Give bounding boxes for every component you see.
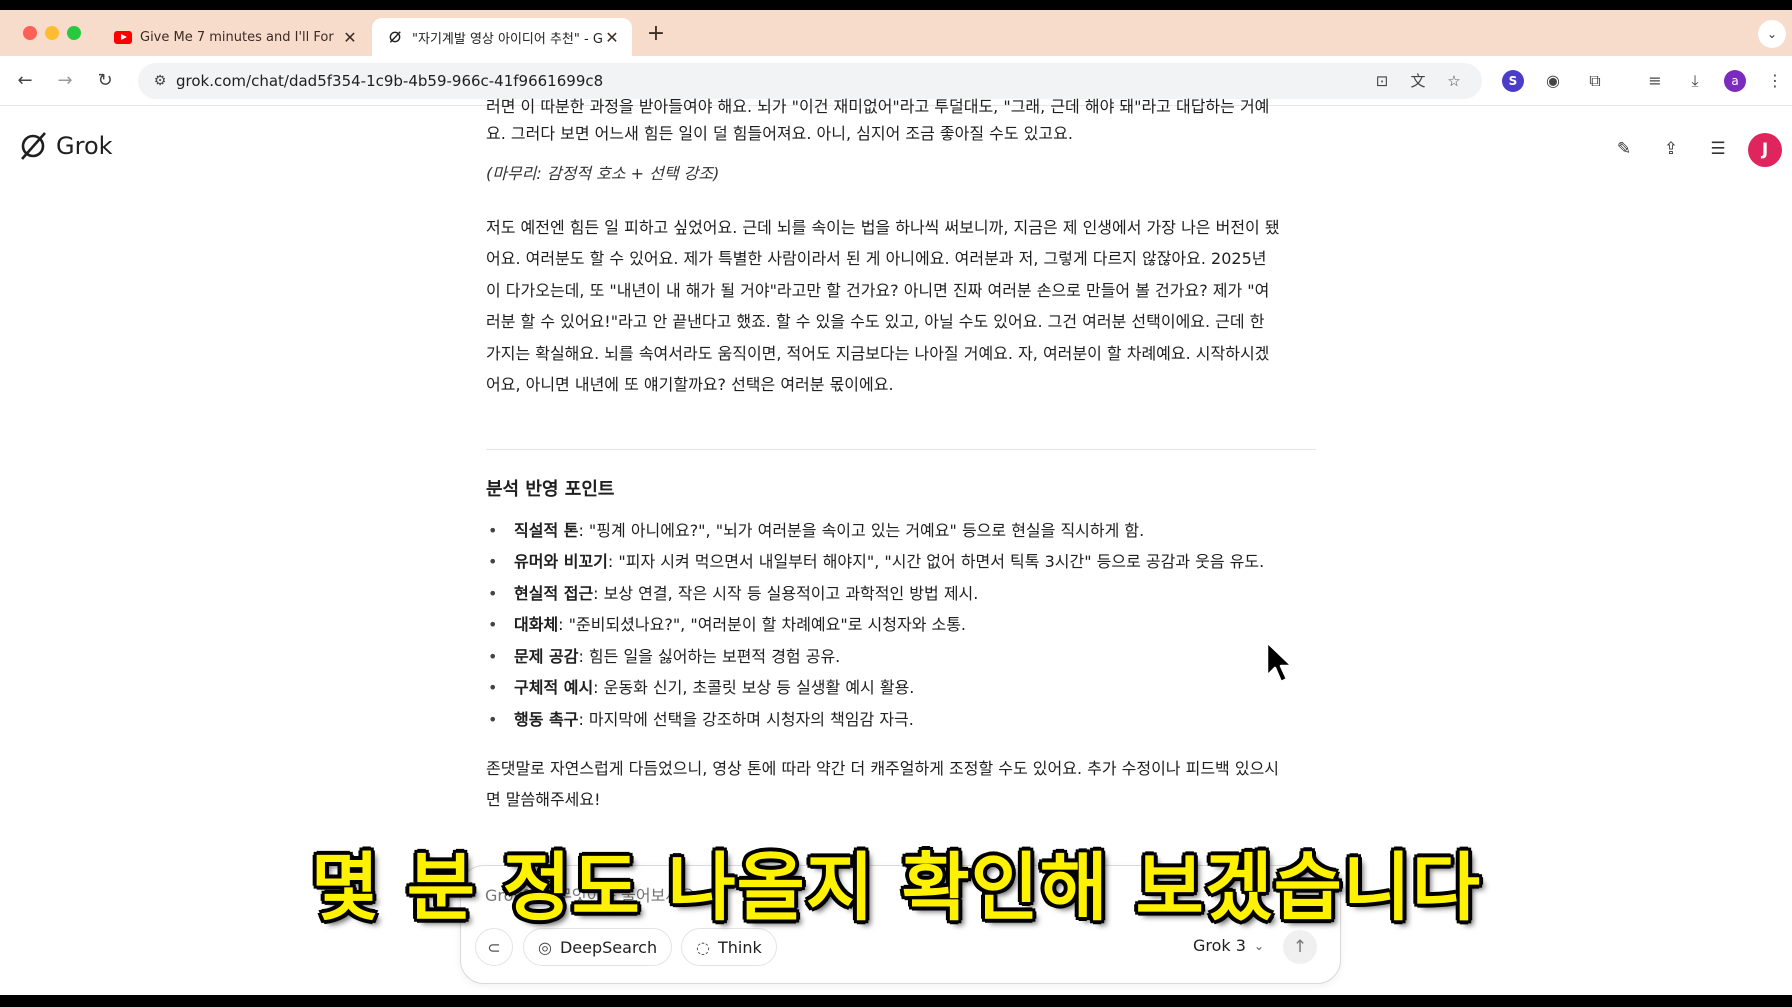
chevron-down-icon: ⌄	[1253, 938, 1265, 953]
profile-avatar-icon[interactable]: a	[1724, 70, 1746, 92]
translate-icon[interactable]: 文	[1408, 71, 1428, 91]
close-window-button[interactable]	[23, 26, 37, 40]
close-tab-icon[interactable]: ✕	[602, 28, 622, 47]
list-item: 현실적 접근: 보상 연결, 작은 시작 등 실용적이고 과학적인 방법 제시.	[488, 578, 978, 610]
lightbulb-icon: ◌	[696, 937, 710, 957]
section-note: (마무리: 감정적 호소 + 선택 강조)	[486, 164, 720, 183]
list-item: 문제 공감: 힘든 일을 싫어하는 보편적 경험 공유.	[488, 641, 840, 673]
list-item: 유머와 비꼬기: "피자 시켜 먹으면서 내일부터 해야지", "시간 없어 하…	[488, 546, 1264, 578]
new-tab-button[interactable]: +	[644, 23, 668, 45]
message-text: 어요, 아니면 내년에 또 얘기할까요? 선택은 여러분 몫이에요.	[486, 375, 894, 394]
reload-icon[interactable]: ↻	[92, 68, 118, 94]
list-item: 대화체: "준비되셨나요?", "여러분이 할 차례예요"로 시청자와 소통.	[488, 609, 966, 641]
mouse-cursor-icon	[1265, 640, 1294, 684]
message-text: 러분 할 수 있어요!"라고 안 끝낸다고 했죠. 할 수 있을 수도 있고, …	[486, 312, 1265, 331]
media-control-icon[interactable]: ≡	[1644, 70, 1666, 92]
arrow-up-icon: ↑	[1292, 937, 1308, 957]
back-icon[interactable]: ←	[12, 68, 38, 94]
browser-window: Give Me 7 minutes and I'll For ✕ "자기계발 영…	[0, 10, 1792, 995]
youtube-icon	[114, 30, 132, 44]
extension-s-icon[interactable]: S	[1502, 70, 1524, 92]
url-text[interactable]: grok.com/chat/dad5f354-1c9b-4b59-966c-41…	[176, 72, 603, 90]
tab-youtube[interactable]: Give Me 7 minutes and I'll For ✕	[100, 18, 370, 56]
tab-grok[interactable]: "자기계발 영상 아이디어 추천" - G ✕	[372, 18, 632, 56]
forward-icon[interactable]: →	[52, 68, 78, 94]
minimize-window-button[interactable]	[45, 26, 59, 40]
model-label: Grok 3	[1193, 936, 1246, 955]
tab-title: Give Me 7 minutes and I'll For	[140, 29, 334, 45]
message-text: 어요. 여러분도 할 수 있어요. 제가 특별한 사람이라서 된 게 아니에요.…	[486, 249, 1267, 268]
grok-logo[interactable]: Grok	[18, 131, 113, 161]
tab-search-icon[interactable]: ⌄	[1758, 20, 1786, 48]
extensions-puzzle-icon[interactable]: ⧉	[1584, 70, 1606, 92]
message-text: 가지는 확실해요. 뇌를 속여서라도 움직이면, 적어도 지금보다는 나아질 거…	[486, 344, 1270, 363]
model-selector[interactable]: Grok 3 ⌄	[1193, 936, 1264, 955]
section-heading: 분석 반영 포인트	[486, 479, 615, 500]
grok-logo-icon	[21, 132, 46, 160]
app-name: Grok	[56, 132, 113, 160]
paperclip-icon: ⊂	[487, 937, 501, 957]
message-text: 요. 그러다 보면 어느새 힘든 일이 덜 힘들어져요. 아니, 심지어 조금 …	[486, 124, 1073, 143]
deepsearch-label: DeepSearch	[559, 937, 658, 957]
list-item: 구체적 예시: 운동화 신기, 초콜릿 보상 등 실생활 예시 활용.	[488, 672, 914, 704]
new-chat-edit-icon[interactable]: ✎	[1612, 137, 1636, 161]
extension-icon[interactable]: ◉	[1542, 70, 1564, 92]
bookmark-star-icon[interactable]: ☆	[1444, 71, 1464, 91]
browser-menu-icon[interactable]: ⋮	[1764, 70, 1786, 92]
site-info-icon[interactable]: ⚙	[150, 71, 170, 91]
deepsearch-icon: ◎	[538, 937, 552, 957]
user-avatar[interactable]: J	[1748, 133, 1782, 167]
list-item: 행동 촉구: 마지막에 선택을 강조하며 시청자의 책임감 자극.	[488, 704, 914, 736]
message-text: 이 다가오는데, 또 "내년이 내 해가 될 거야"라고만 할 건가요? 아니면…	[486, 281, 1270, 300]
share-icon[interactable]: ⇪	[1659, 137, 1683, 161]
grok-icon	[386, 30, 404, 44]
downloads-icon[interactable]: ⤓	[1684, 70, 1706, 92]
message-text: 존댓말로 자연스럽게 다듬었으니, 영상 톤에 따라 약간 더 캐주얼하게 조정…	[486, 759, 1280, 778]
history-search-icon[interactable]: ☰	[1706, 137, 1730, 161]
close-tab-icon[interactable]: ✕	[340, 28, 360, 47]
install-app-icon[interactable]: ⊡	[1372, 71, 1392, 91]
maximize-window-button[interactable]	[67, 26, 81, 40]
send-button[interactable]: ↑	[1283, 930, 1317, 964]
tab-strip: Give Me 7 minutes and I'll For ✕ "자기계발 영…	[0, 10, 1792, 56]
divider	[486, 449, 1316, 450]
video-subtitle: 몇 분 정도 나올지 확인해 보겠습니다	[310, 845, 1481, 931]
tab-title: "자기계발 영상 아이디어 추천" - G	[412, 31, 602, 47]
list-item: 직설적 톤: "핑계 아니에요?", "뇌가 여러분을 속이고 있는 거예요" …	[488, 515, 1144, 547]
think-label: Think	[717, 937, 762, 957]
message-text: 면 말씀해주세요!	[486, 790, 601, 809]
message-text: 저도 예전엔 힘든 일 피하고 싶었어요. 근데 뇌를 속이는 법을 하나씩 써…	[486, 218, 1280, 237]
